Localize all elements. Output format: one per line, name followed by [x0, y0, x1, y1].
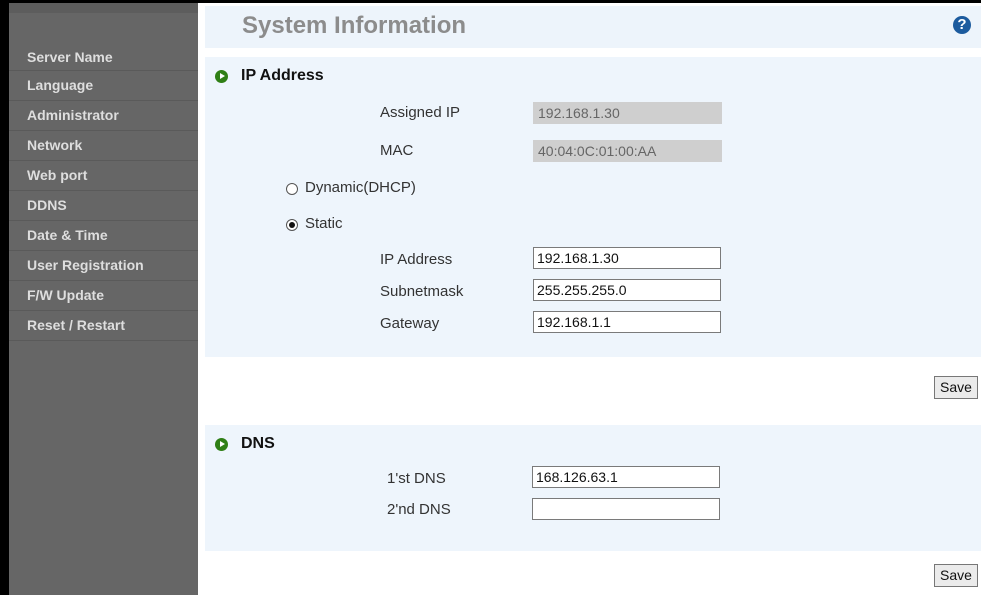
dns2-label: 2'nd DNS	[387, 501, 451, 518]
sidebar: Server Name Language Administrator Netwo…	[9, 3, 198, 595]
assigned-ip-label: Assigned IP	[380, 104, 461, 121]
help-icon[interactable]: ?	[953, 16, 971, 34]
sidebar-item-ddns[interactable]: DDNS	[9, 191, 198, 221]
ip-save-button[interactable]: Save	[934, 376, 978, 399]
dns-section-heading: DNS	[215, 435, 275, 453]
sidebar-header	[9, 3, 198, 13]
dhcp-label: Dynamic(DHCP)	[305, 179, 416, 196]
dns-section-title: DNS	[241, 435, 275, 452]
window-left-border	[0, 0, 9, 595]
dns-panel: DNS 1'st DNS 168.126.63.1 2'nd DNS	[205, 425, 981, 551]
ip-section-heading: IP Address	[215, 67, 324, 85]
sidebar-item-server-name[interactable]: Server Name	[9, 43, 198, 71]
ip-address-label: IP Address	[380, 251, 453, 268]
dns1-input[interactable]: 168.126.63.1	[532, 466, 720, 488]
sidebar-item-network[interactable]: Network	[9, 131, 198, 161]
main-content: System Information ? IP Address Assigned…	[205, 3, 981, 595]
subnetmask-label: Subnetmask	[380, 283, 464, 300]
sidebar-item-date-time[interactable]: Date & Time	[9, 221, 198, 251]
static-label: Static	[305, 215, 343, 232]
ip-address-input[interactable]: 192.168.1.30	[533, 247, 721, 269]
sidebar-item-administrator[interactable]: Administrator	[9, 101, 198, 131]
dns1-label: 1'st DNS	[387, 470, 446, 487]
sidebar-menu: Server Name Language Administrator Netwo…	[9, 43, 198, 341]
sidebar-item-reset-restart[interactable]: Reset / Restart	[9, 311, 198, 341]
static-radio[interactable]	[286, 219, 298, 231]
sidebar-item-user-registration[interactable]: User Registration	[9, 251, 198, 281]
assigned-ip-value: 192.168.1.30	[533, 102, 722, 124]
sidebar-item-language[interactable]: Language	[9, 71, 198, 101]
dns2-input[interactable]	[532, 498, 720, 520]
arrow-bullet-icon	[215, 69, 228, 83]
sidebar-item-fw-update[interactable]: F/W Update	[9, 281, 198, 311]
gateway-label: Gateway	[380, 315, 440, 332]
arrow-bullet-icon	[215, 437, 228, 451]
gateway-input[interactable]: 192.168.1.1	[533, 311, 721, 333]
ip-section-title: IP Address	[241, 67, 324, 84]
mac-label: MAC	[380, 142, 414, 159]
sidebar-item-web-port[interactable]: Web port	[9, 161, 198, 191]
dns-save-button[interactable]: Save	[934, 564, 978, 587]
dhcp-radio[interactable]	[286, 183, 298, 195]
page-title: System Information	[242, 12, 467, 39]
title-bar: System Information ?	[205, 6, 981, 48]
mac-value: 40:04:0C:01:00:AA	[533, 140, 722, 162]
subnetmask-input[interactable]: 255.255.255.0	[533, 279, 721, 301]
ip-address-panel: IP Address Assigned IP 192.168.1.30 MAC …	[205, 57, 981, 357]
